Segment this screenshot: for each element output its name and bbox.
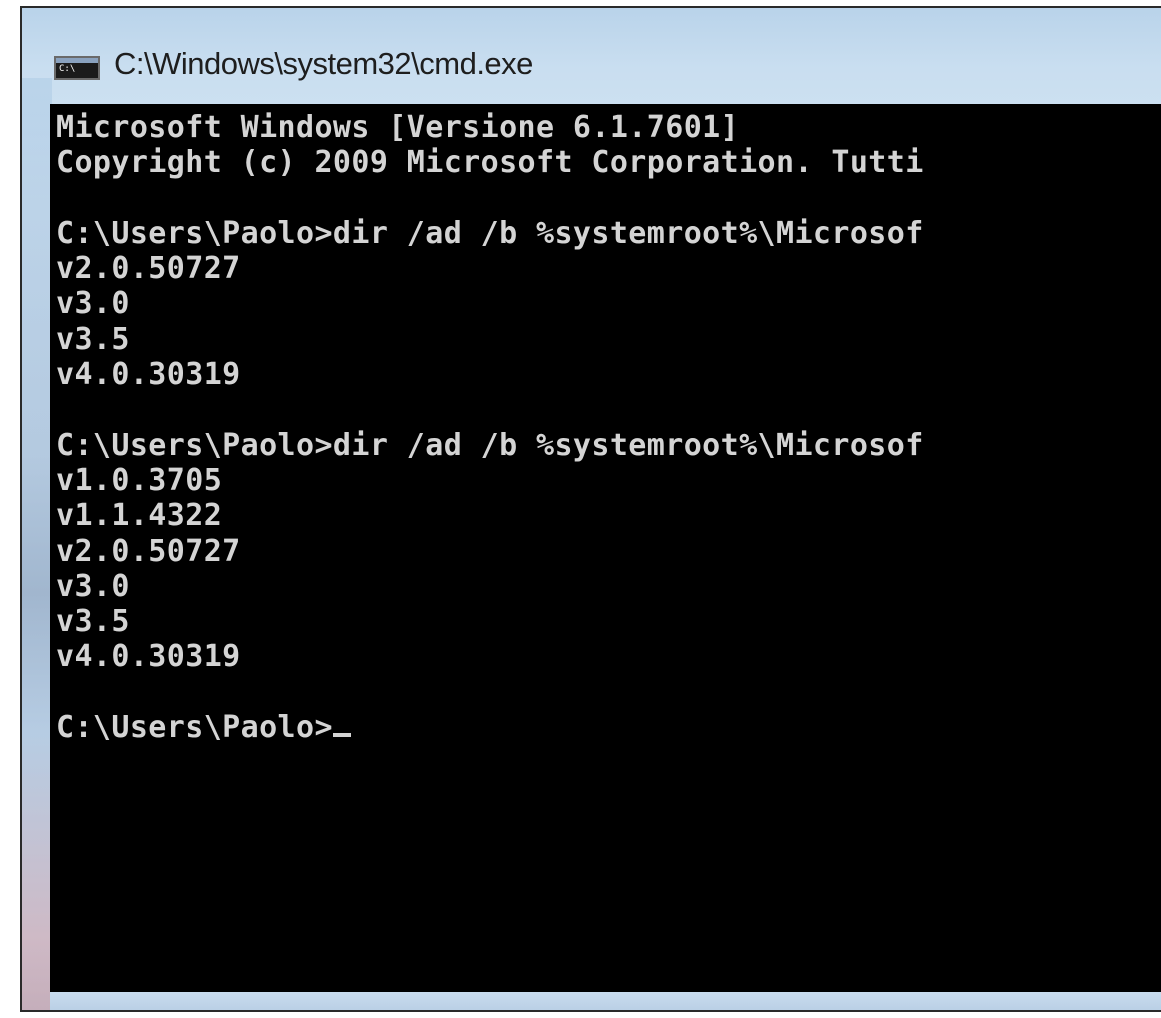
text-cursor bbox=[332, 733, 351, 738]
console-line: C:\Users\Paolo>dir /ad /b %systemroot%\M… bbox=[56, 215, 924, 251]
console-line: v3.0 bbox=[56, 568, 130, 604]
command-prompt: C:\Users\Paolo> bbox=[56, 710, 333, 746]
console-line: v2.0.50727 bbox=[56, 533, 241, 569]
console-line: v4.0.30319 bbox=[56, 357, 241, 393]
console-line: v3.0 bbox=[56, 286, 130, 322]
console-output: Microsoft Windows [Versione 6.1.7601] Cop… bbox=[50, 104, 1161, 745]
console-line: v3.5 bbox=[56, 321, 130, 357]
console-line: Microsoft Windows [Versione 6.1.7601] bbox=[56, 110, 740, 145]
console-line: v1.1.4322 bbox=[56, 498, 223, 534]
console-line: v3.5 bbox=[56, 604, 130, 640]
cmd-window: C:\Windows\system32\cmd.exe Microsoft Wi… bbox=[20, 6, 1161, 1012]
console-line: v4.0.30319 bbox=[56, 639, 241, 675]
window-bottom-border bbox=[50, 992, 1161, 1010]
console-line: C:\Users\Paolo>dir /ad /b %systemroot%\M… bbox=[56, 427, 924, 463]
command-prompt-line[interactable]: C:\Users\Paolo> bbox=[56, 710, 1161, 745]
console-area[interactable]: Microsoft Windows [Versione 6.1.7601] Cop… bbox=[50, 104, 1161, 992]
title-bar[interactable]: C:\Windows\system32\cmd.exe bbox=[22, 8, 1161, 104]
cmd-icon[interactable] bbox=[54, 56, 100, 80]
console-line: Copyright (c) 2009 Microsoft Corporation… bbox=[56, 145, 924, 181]
console-line: v2.0.50727 bbox=[56, 251, 241, 287]
window-title: C:\Windows\system32\cmd.exe bbox=[114, 46, 533, 81]
console-line: v1.0.3705 bbox=[56, 462, 223, 498]
